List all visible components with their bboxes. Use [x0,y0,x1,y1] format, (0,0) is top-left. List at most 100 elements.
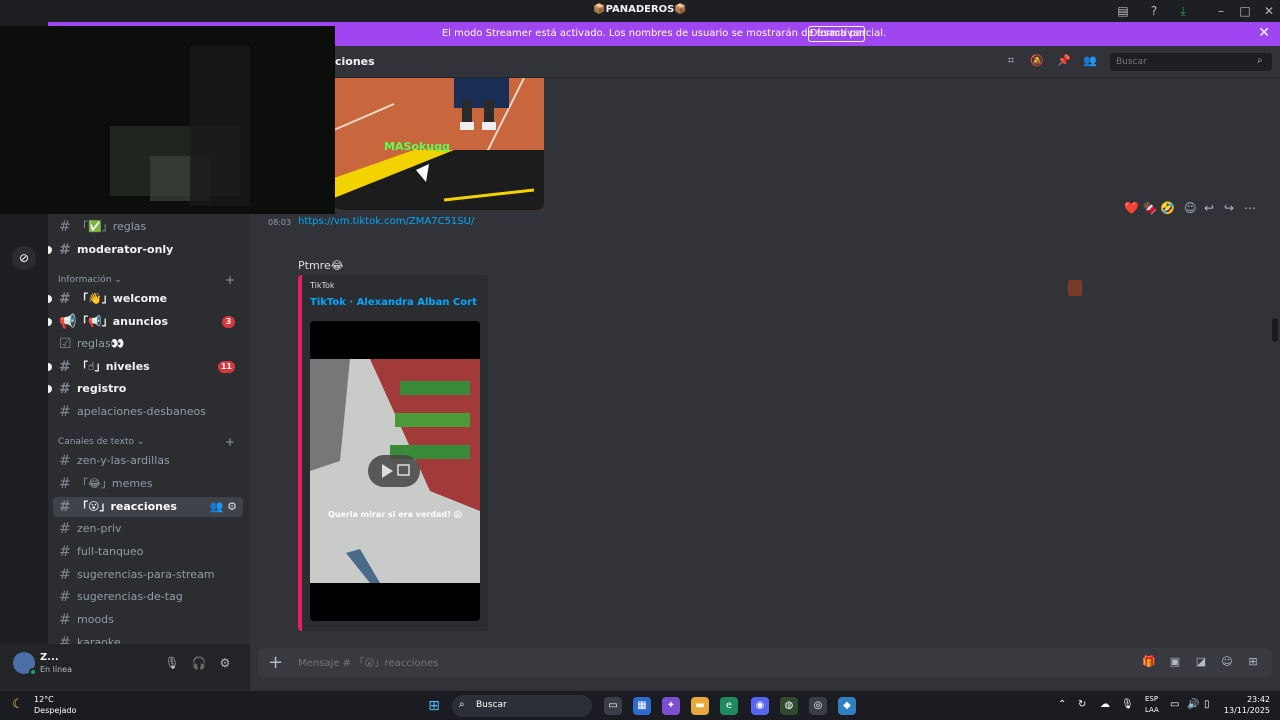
onedrive-icon[interactable]: ☁ [1100,699,1110,710]
help-icon[interactable]: ? [1145,3,1163,19]
tiktok-link[interactable]: https://vm.tiktok.com/ZMA7C51SU/ [298,216,474,227]
settings-gear-icon[interactable]: ⚙ [216,656,234,672]
task-view-icon[interactable]: ▭ [604,697,622,715]
channel-zen-priv[interactable]: # zen-priv [53,519,243,539]
forward-icon[interactable]: ↪ [1224,201,1234,215]
weather-description: Despejado [34,706,77,715]
close-window-icon[interactable]: ✕ [1260,3,1278,19]
channel-sugerencias-stream[interactable]: # sugerencias-para-stream [53,565,243,585]
user-panel: Z... En línea 🎙 🎧 ⚙ [0,644,250,690]
file-explorer-icon[interactable]: ▬ [691,697,709,715]
copilot-icon[interactable]: ✦ [662,697,680,715]
hash-icon: # [59,635,71,644]
microphone-icon[interactable]: 🎙 [163,656,181,672]
discord-icon[interactable]: ◉ [751,697,769,715]
app-icon[interactable]: ◍ [780,697,798,715]
battery-icon[interactable]: ▯ [1204,699,1210,710]
channel-label: reglas👀 [77,337,125,350]
stream-preview[interactable] [0,26,335,214]
channel-label: sugerencias-de-tag [77,590,183,603]
start-icon[interactable]: ⊞ [425,697,443,715]
hash-icon: # [59,219,71,235]
channel-anuncios[interactable]: 📢 「📢」anuncios 3 [48,312,243,332]
inbox-icon[interactable]: ▤ [1114,3,1132,19]
message-input[interactable] [296,654,1116,672]
embed-title[interactable]: TikTok · Alexandra Alban Cort [310,297,477,308]
maximize-icon[interactable]: □ [1236,3,1254,19]
mention-badge: 11 [217,361,235,373]
channel-registro[interactable]: # registro [48,379,243,399]
channel-reacciones[interactable]: # 「😮」reacciones 👥 ⚙ [53,497,243,517]
app-red-icon[interactable]: ◎ [809,697,827,715]
channel-niveles[interactable]: # 「☝」niveles 11 [48,357,243,377]
add-attachment-icon[interactable]: + [268,652,283,673]
channel-label: full-tanqueo [77,545,144,558]
user-avatar-small[interactable] [1068,280,1082,296]
members-icon[interactable]: 👥 [1081,54,1099,70]
keyboard-layout[interactable]: LAA [1145,706,1159,714]
rules-icon: ☑ [59,336,72,352]
channel-memes[interactable]: # 「😂」memes [53,474,243,494]
bell-muted-icon[interactable]: 🔕 [1028,54,1046,70]
channel-moods[interactable]: # moods [53,610,243,630]
hash-icon: # [59,291,71,307]
more-icon[interactable]: ⋯ [1244,201,1256,215]
language-code[interactable]: ESP [1145,695,1158,703]
search-input[interactable] [1110,53,1272,71]
category-informacion[interactable]: Información ⌄ + [58,272,243,288]
threads-icon[interactable]: ⌗ [1002,54,1020,70]
channel-apelaciones[interactable]: # apelaciones-desbaneos [53,402,243,422]
emoji-icon[interactable]: ☺ [1218,655,1236,671]
taskbar-search[interactable]: ⌕ Buscar [452,695,592,717]
channel-zen-y-las-ardillas[interactable]: # zen-y-las-ardillas [53,451,243,471]
reaction-rofl[interactable]: 🤣 [1160,201,1175,215]
store-icon[interactable]: ▦ [633,697,651,715]
image-attachment[interactable]: MASokugg [334,78,544,210]
clock-time[interactable]: 23:42 [1236,695,1270,704]
embed-video[interactable]: Queria mirar si era verdad! 😱 [310,321,480,621]
channel-label: 「😂」memes [77,477,153,490]
add-reaction-icon[interactable]: ☺ [1184,201,1197,215]
minimize-icon[interactable]: – [1212,3,1230,19]
reaction-chocolate[interactable]: 🍫 [1142,201,1157,215]
moon-icon[interactable]: ☾ [12,697,24,712]
hash-icon: # [59,521,71,537]
channel-reglas[interactable]: # 「✅」reglas [53,217,243,237]
download-icon[interactable]: ⤓ [1174,3,1192,19]
channel-sugerencias-tag[interactable]: # sugerencias-de-tag [53,587,243,607]
headphones-icon[interactable]: 🎧 [190,656,208,672]
hash-icon: # [59,242,71,258]
gift-icon[interactable]: 🎁 [1140,655,1158,671]
apps-icon[interactable]: ⊞ [1244,655,1262,671]
disable-streamer-button[interactable]: Desactivar [808,26,865,42]
add-channel-icon[interactable]: + [225,272,235,288]
hash-icon: # [59,404,71,420]
video-caption: Queria mirar si era verdad! 😱 [328,510,462,519]
network-icon[interactable]: ▭ [1170,699,1179,710]
mic-tray-icon[interactable]: 🎙 [1121,699,1134,710]
reaction-heart[interactable]: ❤️ [1124,201,1139,215]
discover-icon[interactable]: ⊘ [12,246,36,270]
edge-icon[interactable]: e [720,697,738,715]
channel-moderator-only[interactable]: # moderator-only [48,240,243,260]
add-channel-icon[interactable]: + [225,434,235,450]
chat-header: ciones ⌗ 🔕 📌 👥 ⌕ [250,46,1280,78]
gif-icon[interactable]: ▣ [1166,655,1184,671]
volume-icon[interactable]: 🔊 [1187,699,1199,710]
pin-icon[interactable]: 📌 [1055,54,1073,70]
sync-icon[interactable]: ↻ [1078,699,1086,710]
channel-reglas-eyes[interactable]: ☑ reglas👀 [53,334,243,354]
app-blue-icon[interactable]: ◆ [838,697,856,715]
channel-full-tanqueo[interactable]: # full-tanqueo [53,542,243,562]
sticker-icon[interactable]: ◪ [1192,655,1210,671]
reply-icon[interactable]: ↩ [1204,201,1214,215]
clock-date[interactable]: 13/11/2025 [1220,706,1270,715]
channel-karaoke[interactable]: # karaoke [53,633,243,644]
channel-welcome[interactable]: # 「👋」welcome [48,289,243,309]
scrollbar-thumb[interactable] [1272,318,1278,342]
close-icon[interactable]: ✕ [1258,25,1270,41]
search-icon: ⌕ [1257,55,1263,66]
tray-chevron-icon[interactable]: ⌃ [1058,699,1066,710]
channel-settings-icons[interactable]: 👥 ⚙ [210,497,237,517]
category-canales-texto[interactable]: Canales de texto ⌄ + [58,434,243,450]
